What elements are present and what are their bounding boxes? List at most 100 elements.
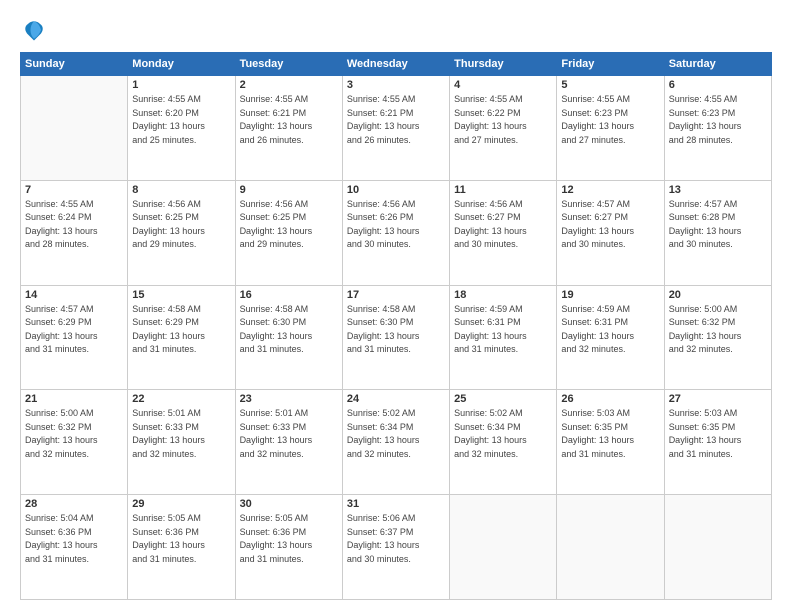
calendar-cell: 29 Sunrise: 5:05 AMSunset: 6:36 PMDayligh… bbox=[128, 495, 235, 600]
calendar-week-2: 7 Sunrise: 4:55 AMSunset: 6:24 PMDaylight… bbox=[21, 180, 772, 285]
day-header-wednesday: Wednesday bbox=[342, 53, 449, 76]
calendar-cell: 26Sunrise: 5:03 AMSunset: 6:35 PMDayligh… bbox=[557, 390, 664, 495]
day-info: Sunrise: 4:57 AMSunset: 6:29 PMDaylight:… bbox=[25, 303, 123, 357]
calendar-cell: 27 Sunrise: 5:03 AMSunset: 6:35 PMDayligh… bbox=[664, 390, 771, 495]
calendar-cell: 7 Sunrise: 4:55 AMSunset: 6:24 PMDaylight… bbox=[21, 180, 128, 285]
day-number: 5 bbox=[561, 79, 659, 91]
day-number: 12 bbox=[561, 184, 659, 196]
day-number: 24 bbox=[347, 393, 445, 405]
calendar-cell: 9 Sunrise: 4:56 AMSunset: 6:25 PMDaylight… bbox=[235, 180, 342, 285]
calendar-cell: 13Sunrise: 4:57 AMSunset: 6:28 PMDayligh… bbox=[664, 180, 771, 285]
day-info: Sunrise: 4:58 AMSunset: 6:30 PMDaylight:… bbox=[347, 303, 445, 357]
day-info: Sunrise: 4:55 AMSunset: 6:20 PMDaylight:… bbox=[132, 93, 230, 147]
calendar-week-5: 28 Sunrise: 5:04 AMSunset: 6:36 PMDayligh… bbox=[21, 495, 772, 600]
day-header-sunday: Sunday bbox=[21, 53, 128, 76]
day-info: Sunrise: 4:56 AMSunset: 6:25 PMDaylight:… bbox=[240, 198, 338, 252]
day-info: Sunrise: 4:56 AMSunset: 6:26 PMDaylight:… bbox=[347, 198, 445, 252]
day-info: Sunrise: 5:00 AMSunset: 6:32 PMDaylight:… bbox=[669, 303, 767, 357]
day-info: Sunrise: 5:01 AMSunset: 6:33 PMDaylight:… bbox=[240, 407, 338, 461]
day-info: Sunrise: 4:56 AMSunset: 6:25 PMDaylight:… bbox=[132, 198, 230, 252]
day-info: Sunrise: 4:56 AMSunset: 6:27 PMDaylight:… bbox=[454, 198, 552, 252]
day-number: 31 bbox=[347, 498, 445, 510]
calendar-cell: 25Sunrise: 5:02 AMSunset: 6:34 PMDayligh… bbox=[450, 390, 557, 495]
calendar-cell: 24Sunrise: 5:02 AMSunset: 6:34 PMDayligh… bbox=[342, 390, 449, 495]
calendar-week-3: 14 Sunrise: 4:57 AMSunset: 6:29 PMDayligh… bbox=[21, 285, 772, 390]
day-number: 11 bbox=[454, 184, 552, 196]
day-number: 14 bbox=[25, 289, 123, 301]
calendar-cell: 28 Sunrise: 5:04 AMSunset: 6:36 PMDayligh… bbox=[21, 495, 128, 600]
day-number: 9 bbox=[240, 184, 338, 196]
calendar-cell: 18 Sunrise: 4:59 AMSunset: 6:31 PMDayligh… bbox=[450, 285, 557, 390]
calendar-header-row: SundayMondayTuesdayWednesdayThursdayFrid… bbox=[21, 53, 772, 76]
day-number: 6 bbox=[669, 79, 767, 91]
day-number: 22 bbox=[132, 393, 230, 405]
logo bbox=[20, 16, 52, 44]
day-number: 20 bbox=[669, 289, 767, 301]
day-number: 28 bbox=[25, 498, 123, 510]
calendar-cell: 19Sunrise: 4:59 AMSunset: 6:31 PMDayligh… bbox=[557, 285, 664, 390]
day-number: 10 bbox=[347, 184, 445, 196]
day-number: 7 bbox=[25, 184, 123, 196]
day-header-saturday: Saturday bbox=[664, 53, 771, 76]
calendar-cell: 8 Sunrise: 4:56 AMSunset: 6:25 PMDaylight… bbox=[128, 180, 235, 285]
day-number: 3 bbox=[347, 79, 445, 91]
day-info: Sunrise: 4:55 AMSunset: 6:22 PMDaylight:… bbox=[454, 93, 552, 147]
day-header-thursday: Thursday bbox=[450, 53, 557, 76]
day-info: Sunrise: 5:03 AMSunset: 6:35 PMDaylight:… bbox=[669, 407, 767, 461]
day-info: Sunrise: 5:06 AMSunset: 6:37 PMDaylight:… bbox=[347, 512, 445, 566]
day-number: 23 bbox=[240, 393, 338, 405]
day-number: 17 bbox=[347, 289, 445, 301]
day-info: Sunrise: 5:04 AMSunset: 6:36 PMDaylight:… bbox=[25, 512, 123, 566]
day-number: 2 bbox=[240, 79, 338, 91]
calendar-cell bbox=[557, 495, 664, 600]
day-info: Sunrise: 5:00 AMSunset: 6:32 PMDaylight:… bbox=[25, 407, 123, 461]
calendar-cell: 12 Sunrise: 4:57 AMSunset: 6:27 PMDayligh… bbox=[557, 180, 664, 285]
calendar-cell: 14 Sunrise: 4:57 AMSunset: 6:29 PMDayligh… bbox=[21, 285, 128, 390]
calendar-cell: 23 Sunrise: 5:01 AMSunset: 6:33 PMDayligh… bbox=[235, 390, 342, 495]
calendar-cell: 2Sunrise: 4:55 AMSunset: 6:21 PMDaylight… bbox=[235, 76, 342, 181]
calendar-cell: 5 Sunrise: 4:55 AMSunset: 6:23 PMDaylight… bbox=[557, 76, 664, 181]
day-header-monday: Monday bbox=[128, 53, 235, 76]
calendar-cell: 22 Sunrise: 5:01 AMSunset: 6:33 PMDayligh… bbox=[128, 390, 235, 495]
header bbox=[20, 16, 772, 44]
calendar-cell: 17 Sunrise: 4:58 AMSunset: 6:30 PMDayligh… bbox=[342, 285, 449, 390]
calendar-cell bbox=[21, 76, 128, 181]
day-info: Sunrise: 4:55 AMSunset: 6:23 PMDaylight:… bbox=[561, 93, 659, 147]
calendar-cell: 10 Sunrise: 4:56 AMSunset: 6:26 PMDayligh… bbox=[342, 180, 449, 285]
day-number: 4 bbox=[454, 79, 552, 91]
calendar-cell bbox=[450, 495, 557, 600]
day-info: Sunrise: 4:57 AMSunset: 6:27 PMDaylight:… bbox=[561, 198, 659, 252]
calendar-cell bbox=[664, 495, 771, 600]
calendar-cell: 30 Sunrise: 5:05 AMSunset: 6:36 PMDayligh… bbox=[235, 495, 342, 600]
calendar-cell: 3 Sunrise: 4:55 AMSunset: 6:21 PMDaylight… bbox=[342, 76, 449, 181]
day-info: Sunrise: 4:58 AMSunset: 6:29 PMDaylight:… bbox=[132, 303, 230, 357]
calendar-cell: 4 Sunrise: 4:55 AMSunset: 6:22 PMDaylight… bbox=[450, 76, 557, 181]
day-number: 25 bbox=[454, 393, 552, 405]
day-number: 8 bbox=[132, 184, 230, 196]
day-info: Sunrise: 4:55 AMSunset: 6:24 PMDaylight:… bbox=[25, 198, 123, 252]
day-info: Sunrise: 5:05 AMSunset: 6:36 PMDaylight:… bbox=[132, 512, 230, 566]
day-info: Sunrise: 5:05 AMSunset: 6:36 PMDaylight:… bbox=[240, 512, 338, 566]
calendar-cell: 11 Sunrise: 4:56 AMSunset: 6:27 PMDayligh… bbox=[450, 180, 557, 285]
calendar-table: SundayMondayTuesdayWednesdayThursdayFrid… bbox=[20, 52, 772, 600]
day-info: Sunrise: 4:55 AMSunset: 6:23 PMDaylight:… bbox=[669, 93, 767, 147]
day-number: 15 bbox=[132, 289, 230, 301]
day-info: Sunrise: 5:01 AMSunset: 6:33 PMDaylight:… bbox=[132, 407, 230, 461]
calendar-cell: 16Sunrise: 4:58 AMSunset: 6:30 PMDayligh… bbox=[235, 285, 342, 390]
day-info: Sunrise: 4:58 AMSunset: 6:30 PMDaylight:… bbox=[240, 303, 338, 357]
day-number: 18 bbox=[454, 289, 552, 301]
calendar-cell: 21 Sunrise: 5:00 AMSunset: 6:32 PMDayligh… bbox=[21, 390, 128, 495]
calendar-week-4: 21 Sunrise: 5:00 AMSunset: 6:32 PMDayligh… bbox=[21, 390, 772, 495]
day-info: Sunrise: 4:55 AMSunset: 6:21 PMDaylight:… bbox=[347, 93, 445, 147]
day-number: 21 bbox=[25, 393, 123, 405]
day-info: Sunrise: 4:59 AMSunset: 6:31 PMDaylight:… bbox=[561, 303, 659, 357]
logo-icon bbox=[20, 16, 48, 44]
day-info: Sunrise: 4:59 AMSunset: 6:31 PMDaylight:… bbox=[454, 303, 552, 357]
calendar-cell: 31 Sunrise: 5:06 AMSunset: 6:37 PMDayligh… bbox=[342, 495, 449, 600]
day-header-friday: Friday bbox=[557, 53, 664, 76]
day-info: Sunrise: 4:57 AMSunset: 6:28 PMDaylight:… bbox=[669, 198, 767, 252]
day-number: 1 bbox=[132, 79, 230, 91]
day-number: 27 bbox=[669, 393, 767, 405]
day-number: 30 bbox=[240, 498, 338, 510]
day-number: 29 bbox=[132, 498, 230, 510]
